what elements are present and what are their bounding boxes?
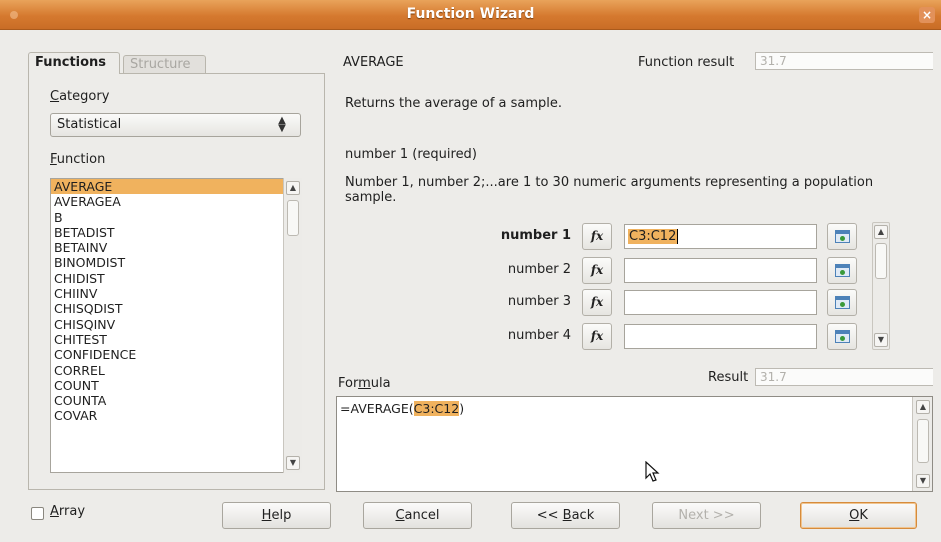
category-label: Category: [50, 89, 109, 104]
scroll-up-icon[interactable]: ▲: [874, 225, 888, 239]
argument-input[interactable]: [624, 290, 817, 315]
array-label-rest: rray: [58, 504, 86, 519]
scroll-thumb[interactable]: [917, 419, 929, 463]
list-item[interactable]: CHISQINV: [51, 317, 301, 332]
function-result-label: Function result: [638, 55, 735, 70]
scroll-down-icon[interactable]: ▼: [874, 333, 888, 347]
next-button[interactable]: Next >>: [652, 502, 761, 529]
fx-icon[interactable]: fx: [582, 323, 612, 350]
list-item[interactable]: CONFIDENCE: [51, 347, 301, 362]
scroll-thumb[interactable]: [875, 243, 887, 279]
fx-icon[interactable]: fx: [582, 289, 612, 316]
scroll-down-icon[interactable]: ▼: [286, 456, 300, 470]
list-item[interactable]: COUNT: [51, 378, 301, 393]
function-list-scrollbar[interactable]: ▲ ▼: [283, 178, 302, 473]
window-title: Function Wizard: [406, 6, 535, 22]
help-label-mnemonic: H: [261, 508, 272, 523]
argument-input[interactable]: [624, 258, 817, 283]
argument-input[interactable]: C3:C12: [624, 224, 817, 249]
array-label-mnemonic: A: [50, 504, 59, 519]
shrink-dialog-button[interactable]: [827, 323, 857, 350]
tab-functions[interactable]: Functions: [28, 52, 120, 74]
ok-button[interactable]: OK: [800, 502, 917, 529]
formula-editor[interactable]: =AVERAGE(C3:C12): [336, 396, 933, 492]
list-item[interactable]: CHIDIST: [51, 271, 301, 286]
list-item[interactable]: BETADIST: [51, 225, 301, 240]
back-label-start: <<: [536, 508, 563, 523]
formula-reference: C3:C12: [413, 401, 460, 416]
fx-icon[interactable]: fx: [582, 223, 612, 250]
back-button[interactable]: << Back: [511, 502, 620, 529]
array-checkbox[interactable]: [31, 507, 44, 520]
tab-structure[interactable]: Structure: [123, 55, 206, 74]
argument-scrollbar[interactable]: ▲ ▼: [872, 222, 890, 350]
list-item[interactable]: BINOMDIST: [51, 255, 301, 270]
list-item[interactable]: AVERAGEA: [51, 194, 301, 209]
function-label-mnemonic: F: [50, 152, 57, 167]
list-item[interactable]: B: [51, 210, 301, 225]
help-button[interactable]: Help: [222, 502, 331, 529]
shrink-dialog-button[interactable]: [827, 289, 857, 316]
formula-label-end: ula: [370, 376, 391, 391]
cancel-button[interactable]: Cancel: [363, 502, 472, 529]
ok-label-mnemonic: O: [849, 508, 860, 523]
argument-reference: C3:C12: [628, 229, 678, 244]
scroll-down-icon[interactable]: ▼: [916, 474, 930, 488]
list-item[interactable]: COUNTA: [51, 393, 301, 408]
function-label-rest: unction: [56, 152, 106, 167]
formula-prefix: =AVERAGE(: [340, 401, 414, 416]
function-list[interactable]: AVERAGE AVERAGEA B BETADIST BETAINV BINO…: [50, 178, 302, 473]
cancel-label-mnemonic: C: [395, 508, 405, 523]
shrink-dialog-button[interactable]: [827, 257, 857, 284]
back-label-rest: ack: [571, 508, 595, 523]
cancel-label-rest: ancel: [404, 508, 440, 523]
shrink-dialog-button[interactable]: [827, 223, 857, 250]
help-label-rest: elp: [271, 508, 292, 523]
fx-icon[interactable]: fx: [582, 257, 612, 284]
array-label: Array: [50, 504, 85, 519]
function-result-field: 31.7: [755, 52, 933, 70]
result-field: 31.7: [755, 368, 933, 386]
list-item[interactable]: BETAINV: [51, 240, 301, 255]
list-item[interactable]: CHIINV: [51, 286, 301, 301]
close-icon[interactable]: ×: [919, 7, 935, 23]
text-caret: [677, 229, 679, 244]
scroll-up-icon[interactable]: ▲: [916, 400, 930, 414]
category-label-rest: ategory: [59, 89, 110, 104]
shrink-icon: [835, 264, 850, 277]
formula-label-mnemonic: m: [358, 376, 371, 391]
argument-title: number 1 (required): [345, 147, 477, 162]
list-item[interactable]: CHITEST: [51, 332, 301, 347]
argument-input[interactable]: [624, 324, 817, 349]
category-label-mnemonic: C: [50, 89, 60, 104]
argument-label: number 2: [507, 262, 571, 277]
argument-label: number 4: [507, 328, 571, 343]
argument-label: number 1: [500, 228, 571, 243]
formula-suffix: ): [459, 401, 465, 416]
formula-scrollbar[interactable]: ▲ ▼: [912, 397, 932, 491]
scroll-up-icon[interactable]: ▲: [286, 181, 300, 195]
shrink-icon: [835, 330, 850, 343]
argument-label: number 3: [507, 294, 571, 309]
shrink-icon: [835, 296, 850, 309]
category-select[interactable]: Statistical: [50, 113, 301, 137]
formula-label: Formula: [338, 376, 391, 391]
function-name: AVERAGE: [343, 55, 404, 70]
list-item[interactable]: CHISQDIST: [51, 301, 301, 316]
shrink-icon: [835, 230, 850, 243]
back-label-mnemonic: B: [562, 508, 572, 523]
ok-label-rest: K: [859, 508, 868, 523]
formula-label-start: For: [338, 376, 359, 391]
result-label: Result: [708, 370, 749, 385]
argument-description: Number 1, number 2;...are 1 to 30 numeri…: [345, 175, 874, 205]
function-description: Returns the average of a sample.: [345, 96, 563, 111]
list-item[interactable]: AVERAGE: [51, 179, 301, 195]
list-item[interactable]: COVAR: [51, 408, 301, 423]
scroll-thumb[interactable]: [287, 200, 299, 236]
mouse-pointer-icon: [645, 461, 660, 482]
function-label: Function: [50, 152, 105, 167]
list-item[interactable]: CORREL: [51, 363, 301, 378]
spin-arrows-icon[interactable]: ▲ ▼: [274, 116, 290, 134]
